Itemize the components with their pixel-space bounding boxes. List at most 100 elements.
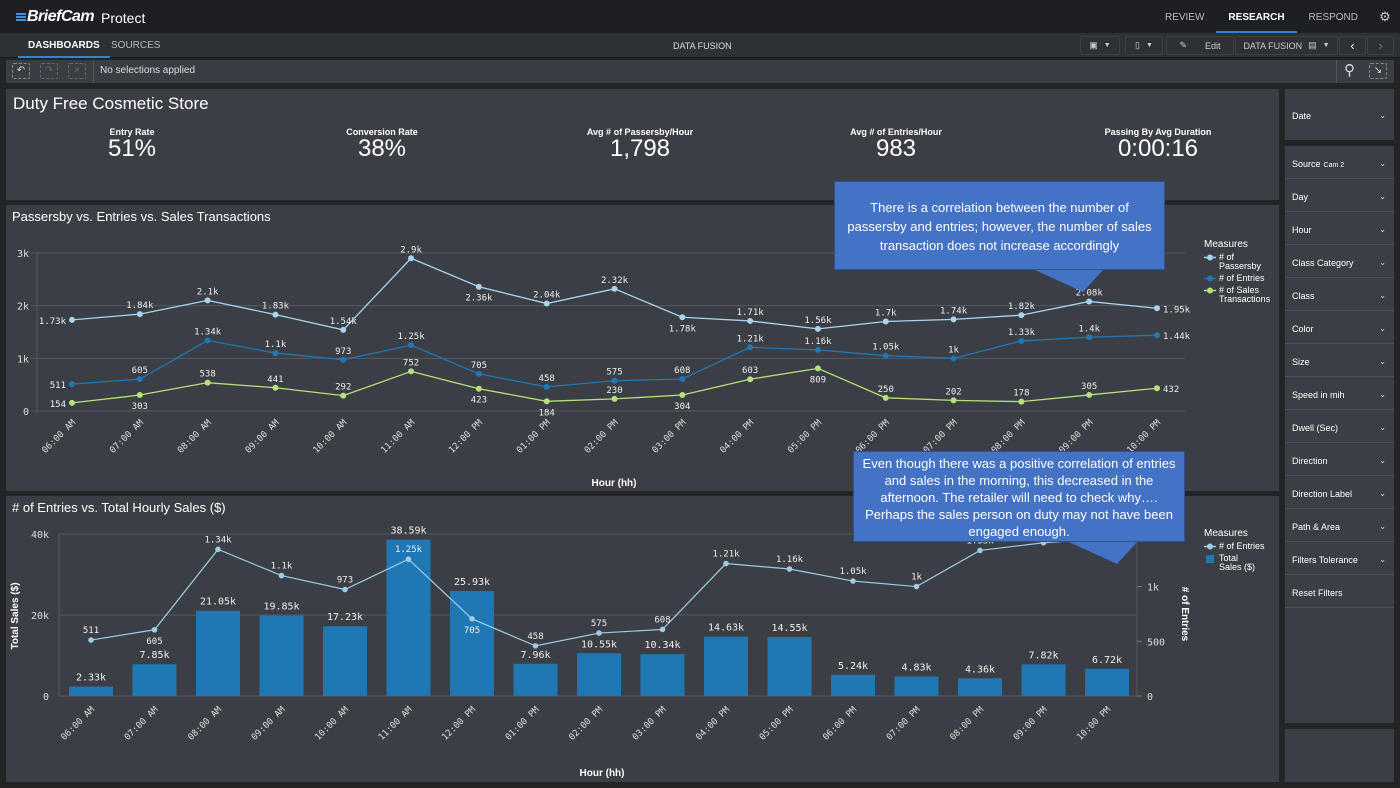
nav-respond[interactable]: RESPOND [1297, 0, 1370, 33]
data-point [272, 384, 279, 391]
legend-item-entries[interactable]: # of Entries [1204, 542, 1265, 551]
chevron-left-icon[interactable]: ‹ [1339, 36, 1366, 55]
filter-label: Path & Area [1292, 522, 1341, 532]
filter-item-direction[interactable]: Direction ⌄ [1285, 443, 1394, 476]
chevron-down-icon: ⌄ [1379, 357, 1386, 366]
data-point [679, 391, 686, 398]
x-tick-label: 10:00 PM [1075, 705, 1113, 743]
kpi-conversion-rate: Conversion Rate 38% [282, 127, 482, 163]
x-tick-label: 12:00 PM [440, 705, 478, 743]
data-label: 1.21k [737, 334, 765, 344]
bar [894, 676, 939, 696]
filter-item-reset-filters[interactable]: Reset Filters [1285, 575, 1394, 608]
data-point [543, 383, 550, 390]
caret-down-icon: ▼ [1103, 42, 1111, 49]
data-label: 1.82k [1008, 302, 1036, 312]
tab-dashboards[interactable]: DASHBOARDS [18, 33, 110, 58]
data-point [1086, 298, 1093, 305]
data-point [405, 556, 412, 562]
chart-legend: Measures # of Entries Total Sales ($) [1204, 528, 1265, 575]
filter-item-direction-label[interactable]: Direction Label ⌄ [1285, 476, 1394, 509]
filter-label: Direction [1292, 456, 1328, 466]
selection-clear-icon[interactable]: × [68, 63, 86, 79]
x-tick-label: 08:00 PM [948, 705, 986, 743]
y-tick-label: 40k [31, 530, 49, 541]
present-button[interactable]: ▣ ▼ [1080, 36, 1120, 55]
chevron-right-icon[interactable]: › [1367, 36, 1394, 55]
filter-date[interactable]: Date ⌄ [1285, 89, 1394, 140]
x-tick-label: 05:00 PM [758, 705, 796, 743]
filter-item-filters-tolerance[interactable]: Filters Tolerance ⌄ [1285, 542, 1394, 575]
data-label: 1.7k [875, 308, 897, 318]
legend-item-entries[interactable]: # of Entries [1204, 274, 1277, 283]
filter-item-class[interactable]: Class ⌄ [1285, 278, 1394, 311]
dashboard-name: DATA FUSION [673, 41, 732, 51]
callout-bottom: Even though there was a positive correla… [853, 451, 1185, 564]
x-axis-label: Hour (hh) [580, 768, 625, 779]
legend-marker-icon [1204, 542, 1216, 551]
bar-label: 2.33k [76, 673, 106, 684]
data-label: 2.32k [601, 276, 629, 286]
data-point [408, 368, 415, 375]
data-label: 511 [50, 381, 66, 391]
nav-research[interactable]: RESEARCH [1216, 0, 1297, 33]
chart-legend: Measures # of Passersby # of Entries # o… [1204, 239, 1277, 307]
filter-item-size[interactable]: Size ⌄ [1285, 344, 1394, 377]
filter-item-hour[interactable]: Hour ⌄ [1285, 212, 1394, 245]
x-tick-label: 01:00 PM [504, 705, 542, 743]
gear-icon[interactable]: ⚙ [1370, 9, 1400, 25]
legend-title: Measures [1204, 239, 1248, 250]
filter-item-speed-in-mih[interactable]: Speed in mih ⌄ [1285, 377, 1394, 410]
selection-tool-icon[interactable]: ↘ [1369, 63, 1387, 79]
data-point [1086, 391, 1093, 398]
bar-label: 6.72k [1092, 655, 1122, 666]
edit-button[interactable]: ✎ Edit [1166, 36, 1234, 55]
selection-forward-icon[interactable]: ↷ [40, 63, 58, 79]
nav-review[interactable]: REVIEW [1153, 0, 1216, 33]
presentation-icon: ▣ [1089, 40, 1098, 50]
bar [577, 653, 621, 696]
x-tick-label: 10:00 AM [312, 418, 350, 456]
filter-item-dwell-sec-[interactable]: Dwell (Sec) ⌄ [1285, 410, 1394, 443]
filter-item-source[interactable]: Source Cam 2 ⌄ [1285, 146, 1394, 179]
legend-item-total-sales[interactable]: Total Sales ($) [1204, 554, 1265, 572]
data-point [723, 560, 729, 567]
bookmark-button[interactable]: ▯ ▼ [1125, 36, 1163, 55]
dashboard-select[interactable]: DATA FUSION ▤ ▼ [1235, 36, 1338, 55]
data-label: 202 [945, 387, 961, 397]
data-point [475, 370, 482, 377]
y-tick-label: 1k [17, 354, 29, 365]
x-tick-label: 09:00 PM [1012, 705, 1050, 743]
data-point [1018, 312, 1025, 319]
bar [1021, 664, 1066, 696]
legend-item-passersby[interactable]: # of Passersby [1204, 253, 1277, 271]
filter-item-class-category[interactable]: Class Category ⌄ [1285, 245, 1394, 278]
data-label: 2.1k [197, 287, 219, 297]
data-label: 184 [539, 408, 555, 418]
data-point [747, 376, 754, 383]
bar [323, 626, 367, 696]
data-point [611, 285, 618, 292]
chevron-down-icon: ⌄ [1379, 324, 1386, 333]
bookmark-icon: ▯ [1135, 40, 1140, 50]
legend-item-sales-transactions[interactable]: # of Sales Transactions [1204, 286, 1277, 304]
filter-date-row[interactable]: Date ⌄ [1285, 89, 1394, 140]
bar-label: 7.96k [520, 650, 550, 661]
selection-back-icon[interactable]: ↶ [12, 63, 30, 79]
data-point [611, 395, 618, 402]
x-tick-label: 12:00 PM [447, 418, 485, 456]
bar-label: 17.23k [327, 612, 363, 623]
data-point [1018, 398, 1025, 405]
data-label: 303 [132, 402, 148, 412]
filter-item-path-area[interactable]: Path & Area ⌄ [1285, 509, 1394, 542]
x-tick-label: 04:00 PM [719, 418, 757, 456]
data-point [340, 392, 347, 399]
bar [259, 615, 304, 696]
bar [513, 663, 558, 696]
x-tick-label: 02:00 PM [567, 705, 605, 743]
filter-label: Source [1292, 159, 1321, 169]
tab-sources[interactable]: SOURCES [111, 33, 160, 58]
filter-item-day[interactable]: Day ⌄ [1285, 179, 1394, 212]
filter-item-color[interactable]: Color ⌄ [1285, 311, 1394, 344]
search-icon[interactable]: ⚲ [1344, 61, 1355, 79]
